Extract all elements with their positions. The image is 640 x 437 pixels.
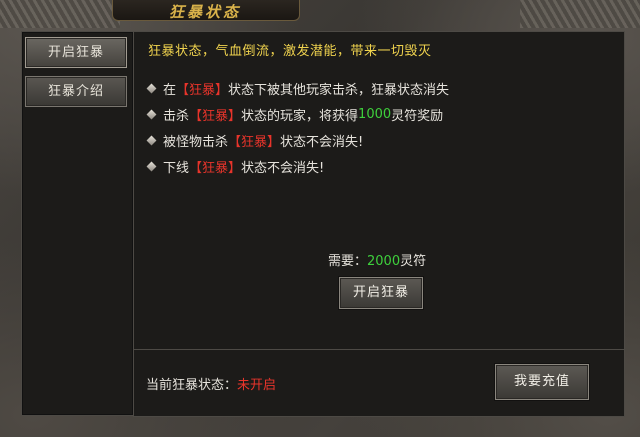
dragon-ornament-left — [0, 0, 120, 28]
diamond-bullet-icon — [146, 109, 157, 120]
rule-item: 下线 【狂暴】 状态不会消失! — [146, 157, 325, 176]
page-headline: 狂暴状态，气血倒流，激发潜能，带来一切毁灭 — [148, 44, 432, 59]
diamond-bullet-icon — [146, 161, 157, 172]
rule-item: 击杀 【狂暴】 状态的玩家，将获得 1000 灵符奖励 — [146, 105, 444, 124]
status-label: 当前狂暴状态： — [146, 378, 238, 393]
recharge-button[interactable]: 我要充值 — [495, 364, 589, 400]
sidebar-item-berserk-intro[interactable]: 狂暴介绍 — [25, 76, 127, 107]
reward-amount: 1000 — [358, 107, 392, 122]
dragon-ornament-right — [520, 0, 640, 28]
diamond-bullet-icon — [146, 83, 157, 94]
rule-text: 状态不会消失! — [280, 135, 364, 150]
rule-item: 在 【狂暴】 状态下被其他玩家击杀，狂暴状态消失 — [146, 79, 450, 98]
berserk-tag: 【狂暴】 — [189, 109, 242, 124]
activate-berserk-button[interactable]: 开启狂暴 — [339, 277, 423, 309]
rule-text: 状态不会消失! — [241, 161, 325, 176]
berserk-tag: 【狂暴】 — [189, 161, 242, 176]
rule-text: 在 — [163, 83, 177, 98]
status-value: 未开启 — [237, 378, 277, 393]
berserk-tag: 【狂暴】 — [228, 135, 281, 150]
rule-item: 被怪物击杀 【狂暴】 状态不会消失! — [146, 131, 364, 150]
rule-text: 状态下被其他玩家击杀，狂暴状态消失 — [228, 83, 450, 98]
window-title: 狂暴状态 — [168, 3, 241, 21]
rule-text: 击杀 — [163, 109, 190, 124]
rule-text: 状态的玩家，将获得 — [241, 109, 359, 124]
berserk-tag: 【狂暴】 — [176, 83, 229, 98]
berserk-status: 当前狂暴状态：未开启 — [146, 374, 276, 393]
rule-text: 下线 — [163, 161, 190, 176]
rule-text: 灵符奖励 — [391, 109, 444, 124]
sidebar-item-enable-berserk[interactable]: 开启狂暴 — [25, 37, 127, 68]
diamond-bullet-icon — [146, 135, 157, 146]
rule-text: 被怪物击杀 — [163, 135, 229, 150]
